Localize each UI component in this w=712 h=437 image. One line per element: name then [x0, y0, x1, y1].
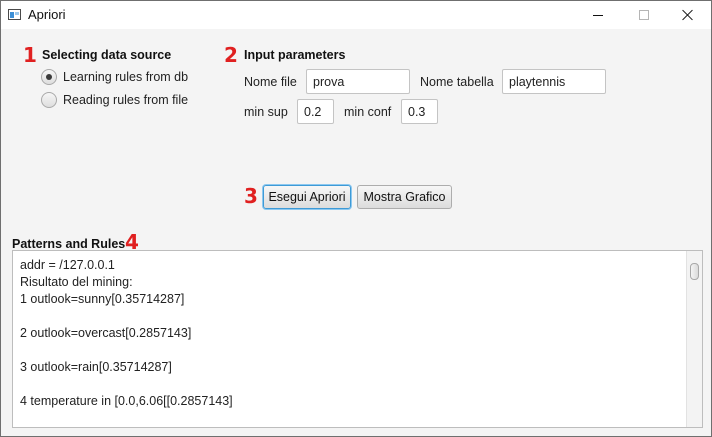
table-name-input[interactable] — [502, 69, 606, 94]
data-source-title: Selecting data source — [42, 48, 172, 62]
step-number-3: 3 — [244, 184, 258, 208]
maximize-icon — [639, 10, 649, 20]
result-line: Risultato del mining: — [20, 275, 133, 289]
close-icon — [682, 9, 694, 21]
app-window-icon — [8, 9, 21, 20]
result-line — [20, 342, 233, 359]
vertical-scrollbar[interactable] — [686, 251, 702, 427]
minimize-button[interactable] — [575, 1, 621, 29]
result-line: addr = /127.0.0.1 — [20, 258, 115, 272]
title-bar[interactable]: Apriori — [1, 1, 711, 29]
radio-button-checked[interactable] — [41, 69, 57, 85]
result-line: 3 outlook=rain[0.35714287] — [20, 360, 172, 374]
min-sup-label: min sup — [244, 105, 288, 119]
table-name-label: Nome tabella — [420, 75, 494, 89]
min-conf-input[interactable] — [401, 99, 438, 124]
file-name-label: Nome file — [244, 75, 297, 89]
apriori-window: Apriori 1 Selecting data source Learning… — [0, 0, 712, 437]
radio-button-unchecked[interactable] — [41, 92, 57, 108]
file-name-input[interactable] — [306, 69, 410, 94]
min-conf-label: min conf — [344, 105, 392, 119]
results-title: Patterns and Rules — [12, 237, 126, 251]
result-line: 2 outlook=overcast[0.2857143] — [20, 326, 192, 340]
result-line — [20, 376, 233, 393]
radio-label-learning: Learning rules from db — [63, 70, 189, 84]
run-apriori-button[interactable]: Esegui Apriori — [263, 185, 351, 209]
step-number-1: 1 — [23, 43, 37, 67]
min-sup-input[interactable] — [297, 99, 334, 124]
minimize-icon — [593, 14, 603, 16]
close-button[interactable] — [665, 1, 711, 29]
scrollbar-thumb[interactable] — [690, 263, 699, 280]
results-lines: addr = /127.0.0.1 Risultato del mining: 1 … — [20, 257, 233, 410]
radio-learning-from-db[interactable]: Learning rules from db — [41, 69, 188, 85]
result-line: 4 temperature in [0.0,6.06[[0.2857143] — [20, 394, 233, 408]
radio-reading-from-file[interactable]: Reading rules from file — [41, 92, 188, 108]
step-number-4: 4 — [125, 230, 139, 254]
result-line — [20, 308, 233, 325]
radio-label-reading: Reading rules from file — [63, 93, 189, 107]
show-chart-button[interactable]: Mostra Grafico — [357, 185, 452, 209]
maximize-button[interactable] — [621, 1, 667, 29]
results-text-area[interactable]: addr = /127.0.0.1 Risultato del mining: 1 … — [12, 250, 703, 428]
step-number-2: 2 — [224, 43, 238, 67]
result-line: 1 outlook=sunny[0.35714287] — [20, 292, 185, 306]
input-params-title: Input parameters — [244, 48, 346, 62]
window-title: Apriori — [28, 7, 66, 22]
